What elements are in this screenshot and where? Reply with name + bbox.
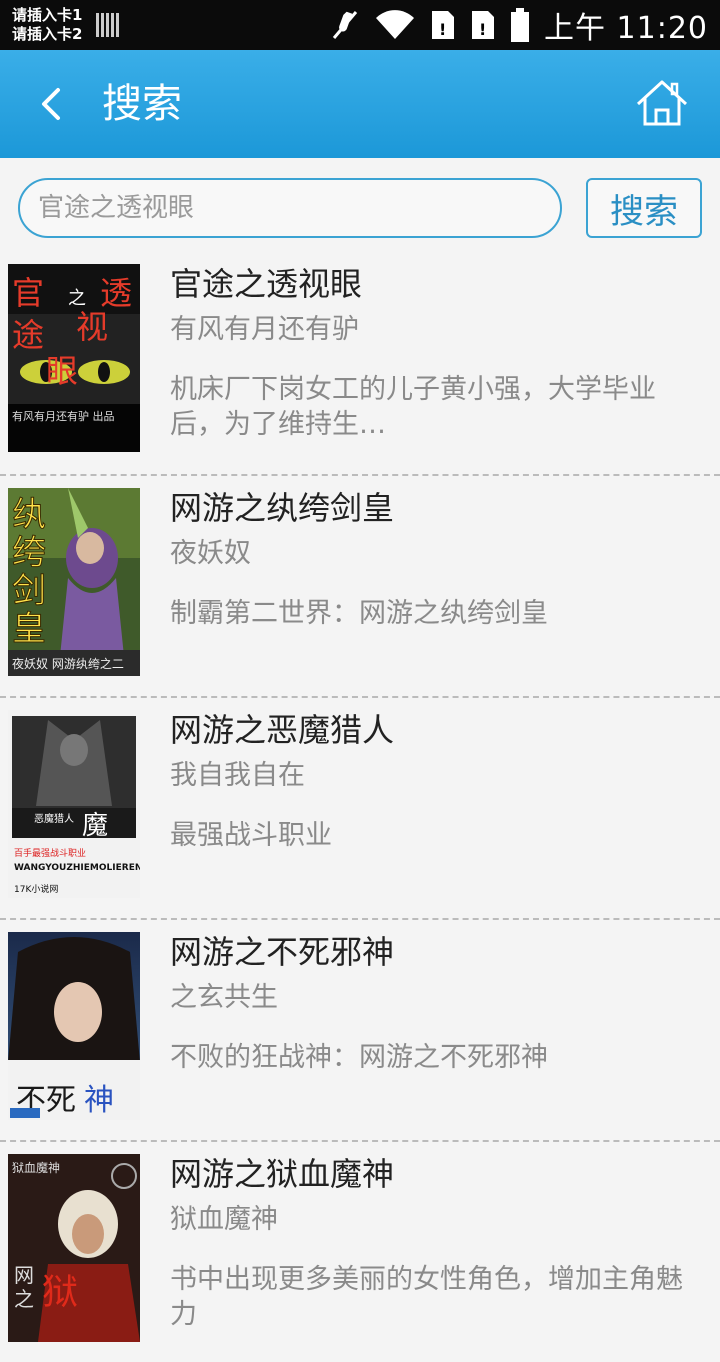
sim1-label: 请插入卡1 [12, 6, 83, 24]
svg-text:途: 途 [12, 316, 44, 354]
svg-text:狱: 狱 [42, 1272, 78, 1313]
book-description: 最强战斗职业 [170, 820, 332, 851]
mute-icon [332, 11, 358, 39]
book-title: 网游之恶魔猎人 [170, 711, 395, 749]
svg-text:网: 网 [14, 1263, 34, 1287]
svg-text:官: 官 [12, 274, 44, 312]
book-cover-image: 魔 恶魔猎人 百手最强战斗职业 WANGYOUZHIEMOLIEREN 17K小… [8, 710, 140, 898]
book-cover-image: 纨 绔 剑 皇 夜妖奴 网游纨绔之二 [8, 488, 140, 676]
wifi-icon [376, 10, 414, 40]
book-title: 网游之不死邪神 [170, 933, 395, 971]
sim-status: 请插入卡1 请插入卡2 [12, 6, 82, 44]
book-author: 我自我自在 [170, 760, 305, 791]
book-description: 制霸第二世界：网游之纨绔剑皇 [170, 598, 548, 629]
list-item[interactable]: 魔 恶魔猎人 百手最强战斗职业 WANGYOUZHIEMOLIEREN 17K小… [0, 696, 720, 918]
book-cover-image: 狱血魔神 网 之 狱 [8, 1154, 140, 1342]
svg-text:17K小说网: 17K小说网 [14, 883, 58, 895]
list-item[interactable]: 纨 绔 剑 皇 夜妖奴 网游纨绔之二 网游之纨绔剑皇 夜妖奴 制霸第二世界：网游… [0, 474, 720, 696]
book-cover-image: 不死 神 [8, 932, 140, 1120]
svg-text:!: ! [479, 20, 486, 39]
svg-text:!: ! [439, 20, 446, 39]
status-bar: 请插入卡1 请插入卡2 ! ! 上午 11:20 [0, 0, 720, 50]
book-description: 机床厂下岗女工的儿子黄小强，大学毕业后，为了维持生… [170, 374, 656, 440]
book-title: 网游之纨绔剑皇 [170, 489, 395, 527]
back-arrow-icon[interactable] [30, 78, 74, 130]
home-icon[interactable] [634, 76, 690, 132]
list-item[interactable]: 官 透 之 途 视 眼 有风有月还有驴 出品 官途之透视眼 有风有月还有驴 机床… [0, 252, 720, 474]
book-cover-image: 官 透 之 途 视 眼 有风有月还有驴 出品 [8, 264, 140, 452]
svg-text:绔: 绔 [12, 533, 46, 573]
app-header: 搜索 [0, 50, 720, 158]
book-author: 之玄共生 [170, 982, 278, 1013]
book-title: 网游之狱血魔神 [170, 1155, 395, 1193]
svg-text:皇: 皇 [12, 609, 46, 649]
book-author: 有风有月还有驴 [170, 314, 359, 345]
svg-text:剑: 剑 [12, 571, 46, 611]
book-description: 不败的狂战神：网游之不死邪神 [170, 1042, 548, 1073]
battery-icon [511, 8, 529, 42]
svg-text:有风有月还有驴 出品: 有风有月还有驴 出品 [12, 409, 115, 423]
sim2-label: 请插入卡2 [12, 25, 83, 43]
sim2-card-icon: ! [472, 11, 494, 39]
svg-text:夜妖奴 网游纨绔之二: 夜妖奴 网游纨绔之二 [12, 656, 124, 671]
page-title: 搜索 [102, 81, 182, 127]
svg-text:魔: 魔 [82, 811, 108, 841]
svg-text:WANGYOUZHIEMOLIEREN: WANGYOUZHIEMOLIEREN [14, 863, 140, 873]
svg-text:纨: 纨 [12, 495, 46, 535]
book-author: 狱血魔神 [170, 1204, 278, 1235]
svg-text:视: 视 [76, 308, 108, 346]
sim1-card-icon: ! [432, 11, 454, 39]
clock: 上午 11:20 [544, 11, 708, 46]
svg-text:眼: 眼 [46, 352, 78, 390]
book-description: 书中出现更多美丽的女性角色，增加主角魅力 [170, 1264, 683, 1330]
svg-text:神: 神 [84, 1083, 114, 1118]
svg-text:百手最强战斗职业: 百手最强战斗职业 [14, 847, 86, 859]
svg-text:透: 透 [100, 274, 132, 312]
svg-text:之: 之 [14, 1287, 34, 1311]
book-author: 夜妖奴 [170, 538, 251, 569]
svg-text:狱血魔神: 狱血魔神 [12, 1160, 60, 1175]
list-item[interactable]: 不死 神 网游之不死邪神 之玄共生 不败的狂战神：网游之不死邪神 [0, 918, 720, 1140]
svg-text:恶魔猎人: 恶魔猎人 [34, 812, 74, 825]
book-title: 官途之透视眼 [170, 265, 363, 303]
list-item[interactable]: 狱血魔神 网 之 狱 网游之狱血魔神 狱血魔神 书中出现更多美丽的女性角色，增加… [0, 1140, 720, 1362]
svg-text:之: 之 [68, 288, 86, 309]
signal-bars-icon [96, 13, 119, 37]
search-button[interactable]: 搜索 [586, 178, 702, 238]
search-input[interactable] [18, 178, 562, 238]
search-results-list: 官 透 之 途 视 眼 有风有月还有驴 出品 官途之透视眼 有风有月还有驴 机床… [0, 252, 720, 1362]
